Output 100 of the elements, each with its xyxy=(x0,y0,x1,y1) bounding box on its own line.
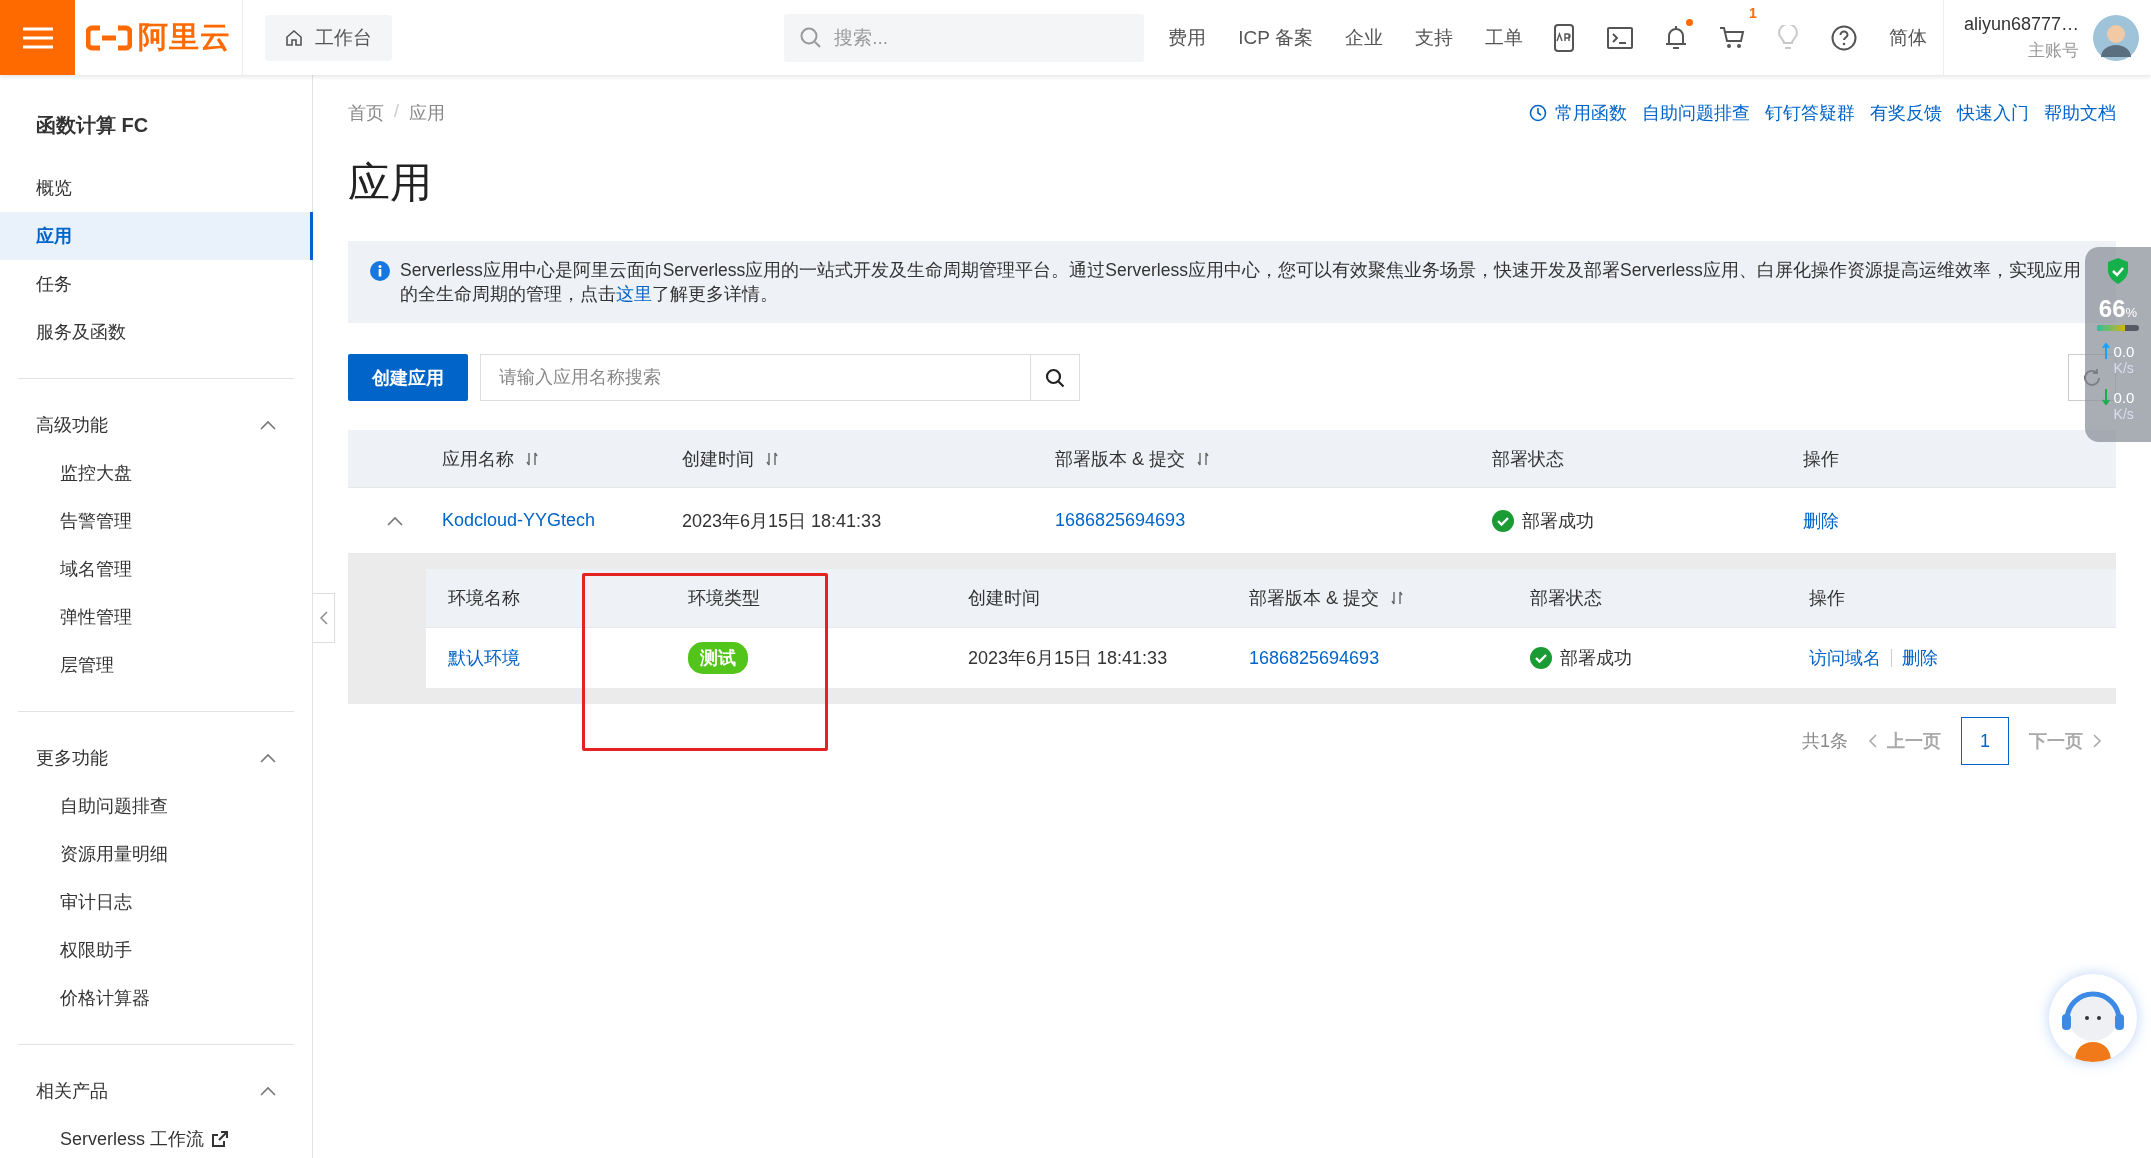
chevron-left-icon xyxy=(1868,734,1877,748)
action-link[interactable]: 访问域名 xyxy=(1809,646,1881,670)
page-button[interactable]: 1 xyxy=(1961,717,2009,765)
support-bot-icon[interactable] xyxy=(2049,974,2137,1062)
language-link[interactable]: 简体 xyxy=(1888,24,1927,51)
nav-link[interactable]: ICP 备案 xyxy=(1238,24,1313,51)
sidebar-item[interactable]: 监控大盘 xyxy=(0,449,313,497)
app-icon xyxy=(1551,23,1576,52)
menu-button[interactable] xyxy=(0,0,75,75)
sidebar-item[interactable]: 价格计算器 xyxy=(0,974,313,1022)
breadcrumb-item[interactable]: 首页 xyxy=(348,101,384,125)
column-header: 应用名称 xyxy=(442,446,682,471)
quick-link[interactable]: 常用函数 xyxy=(1529,101,1627,125)
sidebar-item[interactable]: Serverless 工作流 xyxy=(0,1115,313,1158)
search-button[interactable] xyxy=(1030,354,1080,401)
search-icon xyxy=(1045,367,1065,388)
shield-check-icon xyxy=(2106,257,2130,285)
column-header: 操作 xyxy=(1803,447,1840,471)
check-circle-icon xyxy=(1530,647,1552,669)
chevron-icon xyxy=(387,515,403,526)
version-link[interactable]: 1686825694693 xyxy=(1055,510,1186,531)
help-icon xyxy=(1830,24,1857,51)
account-name[interactable]: aliyun68777… xyxy=(1963,13,2079,35)
chevron-left-icon xyxy=(319,611,328,625)
menu-icon xyxy=(22,26,53,49)
chevron-icon xyxy=(260,753,276,763)
version-link[interactable]: 1686825694693 xyxy=(1249,647,1380,669)
bell-icon xyxy=(1664,24,1687,51)
sidebar-item[interactable]: 应用 xyxy=(0,212,313,260)
column-header: 部署状态 xyxy=(1492,447,1565,471)
chevron-icon xyxy=(260,420,276,430)
column-header: 部署版本 & 提交 xyxy=(1055,446,1492,471)
workbench-button[interactable]: 工作台 xyxy=(265,14,392,61)
table-cell-text: 2023年6月15日 18:41:33 xyxy=(968,647,1169,670)
nav-link[interactable]: 支持 xyxy=(1414,24,1453,51)
column-header: 环境类型 xyxy=(688,587,761,610)
sidebar-item[interactable]: 任务 xyxy=(0,260,313,308)
nav-link[interactable]: 费用 xyxy=(1168,24,1207,51)
sidebar-item[interactable]: 概览 xyxy=(0,164,313,212)
sidebar-item[interactable]: 服务及函数 xyxy=(0,308,313,356)
status-text: 部署成功 xyxy=(1522,509,1594,533)
create-app-button[interactable]: 创建应用 xyxy=(348,354,468,401)
column-header: 环境名称 xyxy=(448,587,521,610)
sidebar-item[interactable]: 资源用量明细 xyxy=(0,830,313,878)
section-header[interactable]: 相关产品 xyxy=(0,1067,312,1115)
section-header[interactable]: 更多功能 xyxy=(0,734,312,782)
search-field[interactable]: 搜索... xyxy=(784,13,1145,62)
environment-name-link[interactable]: 默认环境 xyxy=(448,646,520,670)
app-name-link[interactable]: Kodcloud-YYGtech xyxy=(442,510,596,531)
download-arrow-icon xyxy=(2101,389,2110,405)
sidebar-item[interactable]: 域名管理 xyxy=(0,545,313,593)
collapse-handle[interactable] xyxy=(313,593,335,643)
section-header[interactable]: 高级功能 xyxy=(0,401,312,449)
sidebar-item[interactable]: 弹性管理 xyxy=(0,593,313,641)
column-header: 操作 xyxy=(1809,587,1846,610)
quick-link[interactable]: 钉钉答疑群 xyxy=(1765,101,1855,125)
breadcrumb-separator: / xyxy=(394,101,399,123)
sort-icon[interactable] xyxy=(526,451,538,466)
product-title: 函数计算 FC xyxy=(35,113,150,138)
app-search-field[interactable]: 请输入应用名称搜索 xyxy=(480,354,1030,401)
quick-link[interactable]: 自助问题排查 xyxy=(1642,101,1750,125)
banner-text: Serverless应用中心是阿里云面向Serverless应用的一站式开发及生命周期管理平台。通过Serverless应用中心，您可以有效聚焦业务场景，快速开发及部署Serverless应用、白屏化操作资源提高运维效率，实现应用的全生命周期的管理，点击这里了解更多详情。 xyxy=(400,259,2082,306)
chevron-icon xyxy=(260,1086,276,1096)
sidebar-item[interactable]: 层管理 xyxy=(0,641,313,689)
logo-text: 阿里云 xyxy=(138,19,231,55)
quick-link[interactable]: 帮助文档 xyxy=(2044,101,2116,125)
avatar-icon[interactable] xyxy=(2093,14,2139,61)
score-text: 66% xyxy=(2098,295,2138,323)
download-rate: 0.0 K/s xyxy=(2113,389,2135,423)
sort-icon[interactable] xyxy=(766,451,778,466)
check-circle-icon xyxy=(1492,509,1514,532)
sidebar-item[interactable]: 审计日志 xyxy=(0,878,313,926)
page-title: 应用 xyxy=(348,158,433,208)
clock-icon xyxy=(1529,104,1547,122)
nav-link[interactable]: 企业 xyxy=(1344,24,1383,51)
upload-rate: 0.0 K/s xyxy=(2113,343,2135,377)
column-header: 部署版本 & 提交 xyxy=(1249,586,1530,610)
breadcrumb-item[interactable]: 应用 xyxy=(409,101,445,125)
quick-link[interactable]: 有奖反馈 xyxy=(1870,101,1942,125)
more-info-link[interactable]: 这里 xyxy=(616,284,652,304)
score-bar xyxy=(2097,325,2139,331)
column-header: 部署状态 xyxy=(1530,587,1603,610)
info-icon xyxy=(370,261,390,281)
terminal-icon xyxy=(1606,26,1633,49)
chevron-right-icon xyxy=(2093,734,2102,748)
upload-arrow-icon xyxy=(2101,343,2110,359)
action-link[interactable]: 删除 xyxy=(1902,646,1938,670)
cart-icon xyxy=(1718,25,1745,50)
external-link-icon xyxy=(212,1131,229,1147)
status-text: 部署成功 xyxy=(1560,647,1632,670)
sort-icon[interactable] xyxy=(1391,591,1403,605)
sidebar-item[interactable]: 自助问题排查 xyxy=(0,782,313,830)
column-header: 创建时间 xyxy=(682,446,1055,471)
sort-icon[interactable] xyxy=(1197,451,1209,466)
nav-link[interactable]: 工单 xyxy=(1484,24,1523,51)
quick-link[interactable]: 快速入门 xyxy=(1957,101,2029,125)
sidebar-item[interactable]: 告警管理 xyxy=(0,497,313,545)
sidebar-item[interactable]: 权限助手 xyxy=(0,926,313,974)
action-link[interactable]: 删除 xyxy=(1803,508,1839,533)
total-count: 共1条 xyxy=(1802,730,1848,753)
